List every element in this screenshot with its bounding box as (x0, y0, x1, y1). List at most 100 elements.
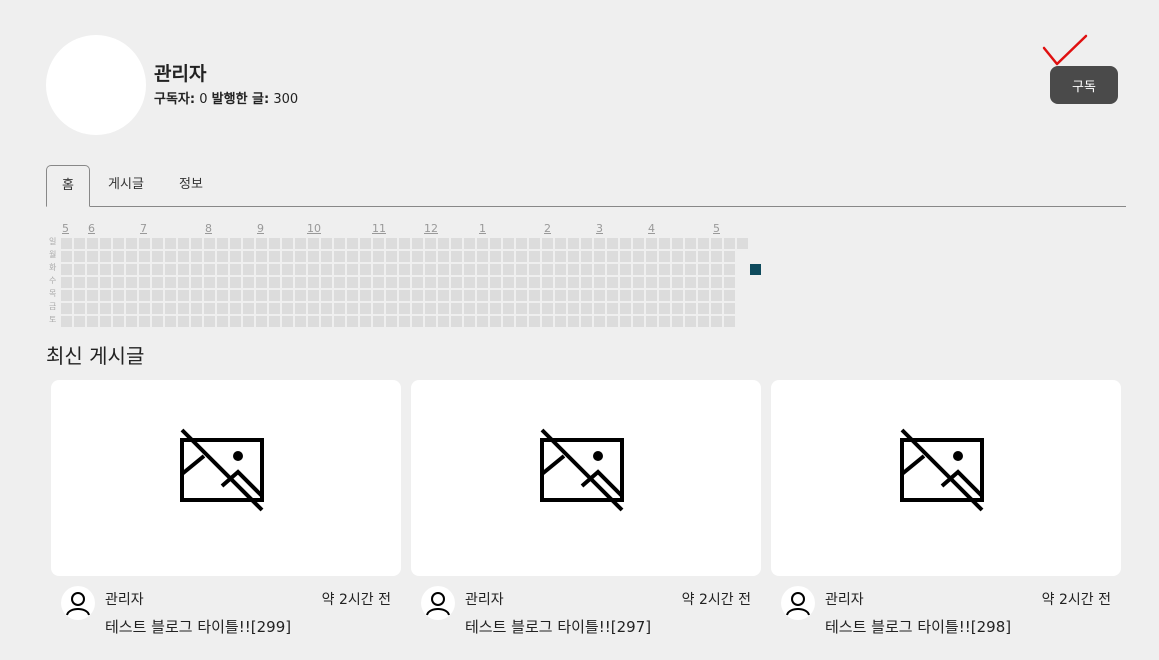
heatmap-cell (464, 290, 475, 301)
heatmap-cell (594, 264, 605, 275)
heatmap-cell (412, 303, 423, 314)
heatmap-cell (269, 290, 280, 301)
heatmap-cell (204, 277, 215, 288)
heatmap-cell (594, 303, 605, 314)
post-card[interactable]: 관리자 약 2시간 전 테스트 블로그 타이틀!![299] (51, 380, 401, 636)
heatmap-cell (360, 290, 371, 301)
heatmap-cell (399, 277, 410, 288)
heatmap-cell (516, 277, 527, 288)
heatmap-cell (737, 238, 748, 249)
heatmap-cell (425, 303, 436, 314)
heatmap-cell (308, 251, 319, 262)
heatmap-cell (542, 264, 553, 275)
heatmap-cell (412, 251, 423, 262)
heatmap-cell (724, 303, 735, 314)
heatmap-cell (269, 303, 280, 314)
heatmap-cell (633, 316, 644, 327)
heatmap-cell (321, 290, 332, 301)
heatmap-cell (568, 251, 579, 262)
subscribers-count: 0 (199, 92, 208, 107)
heatmap-cell (516, 316, 527, 327)
heatmap-cell (438, 264, 449, 275)
heatmap-cell (477, 251, 488, 262)
heatmap-cell (217, 290, 228, 301)
post-title[interactable]: 테스트 블로그 타이틀!![297] (465, 616, 651, 637)
heatmap-cell (620, 277, 631, 288)
heatmap-cell (503, 251, 514, 262)
heatmap-cell (100, 303, 111, 314)
heatmap-cell (360, 277, 371, 288)
heatmap-cell (555, 251, 566, 262)
heatmap-day-label: 금 (49, 302, 57, 311)
tab-info[interactable]: 정보 (164, 165, 218, 205)
heatmap-cell (126, 316, 137, 327)
heatmap-cell (477, 238, 488, 249)
post-thumbnail[interactable] (771, 380, 1121, 576)
heatmap-cell (87, 290, 98, 301)
heatmap-cell (256, 303, 267, 314)
heatmap-cell (399, 251, 410, 262)
heatmap-cell (308, 290, 319, 301)
heatmap-cell (74, 303, 85, 314)
heatmap-cell (568, 290, 579, 301)
post-title[interactable]: 테스트 블로그 타이틀!![298] (825, 616, 1011, 637)
post-thumbnail[interactable] (411, 380, 761, 576)
heatmap-cell (165, 290, 176, 301)
heatmap-cell (607, 277, 618, 288)
heatmap-cell (724, 251, 735, 262)
heatmap-cell (360, 303, 371, 314)
heatmap-cell (698, 264, 709, 275)
heatmap-cell (555, 277, 566, 288)
heatmap-cell (165, 277, 176, 288)
heatmap-cell (412, 277, 423, 288)
heatmap-cell (230, 264, 241, 275)
heatmap-cell (646, 238, 657, 249)
heatmap-cell (191, 264, 202, 275)
heatmap-cell (451, 290, 462, 301)
heatmap-cell (204, 316, 215, 327)
heatmap-cell (347, 238, 358, 249)
profile-avatar (46, 35, 146, 135)
heatmap-cell (646, 290, 657, 301)
heatmap-cell (581, 251, 592, 262)
heatmap-cell (568, 264, 579, 275)
heatmap-cell (581, 316, 592, 327)
heatmap-cell (334, 238, 345, 249)
heatmap-month-label: 1 (479, 222, 486, 235)
post-card[interactable]: 관리자 약 2시간 전 테스트 블로그 타이틀!![297] (411, 380, 761, 636)
heatmap-cell (139, 316, 150, 327)
heatmap-cell (256, 264, 267, 275)
heatmap-cell (659, 316, 670, 327)
heatmap-cell (620, 264, 631, 275)
post-thumbnail[interactable] (51, 380, 401, 576)
heatmap-cell (516, 303, 527, 314)
posts-label: 발행한 글: (211, 92, 270, 107)
heatmap-cell (126, 264, 137, 275)
heatmap-cell (347, 316, 358, 327)
heatmap-month-label: 5 (62, 222, 69, 235)
heatmap-cell (425, 316, 436, 327)
post-title[interactable]: 테스트 블로그 타이틀!![299] (105, 616, 291, 637)
heatmap-cell (581, 290, 592, 301)
avatar (46, 35, 146, 135)
heatmap-cell (230, 277, 241, 288)
heatmap-cell (633, 238, 644, 249)
tab-home[interactable]: 홈 (46, 165, 90, 207)
heatmap-cell (711, 238, 722, 249)
heatmap-cell (113, 238, 124, 249)
heatmap-cell (204, 303, 215, 314)
heatmap-cell (607, 303, 618, 314)
heatmap-cell (594, 238, 605, 249)
heatmap-cell (685, 251, 696, 262)
heatmap-cell (61, 316, 72, 327)
heatmap-cell (204, 290, 215, 301)
post-card[interactable]: 관리자 약 2시간 전 테스트 블로그 타이틀!![298] (771, 380, 1121, 636)
heatmap-month-label: 7 (140, 222, 147, 235)
heatmap-cell (568, 303, 579, 314)
heatmap-cell (269, 251, 280, 262)
heatmap-cell (542, 290, 553, 301)
tab-posts[interactable]: 게시글 (98, 165, 154, 205)
heatmap-cell (373, 303, 384, 314)
heatmap-cell (464, 251, 475, 262)
heatmap-cell (74, 277, 85, 288)
